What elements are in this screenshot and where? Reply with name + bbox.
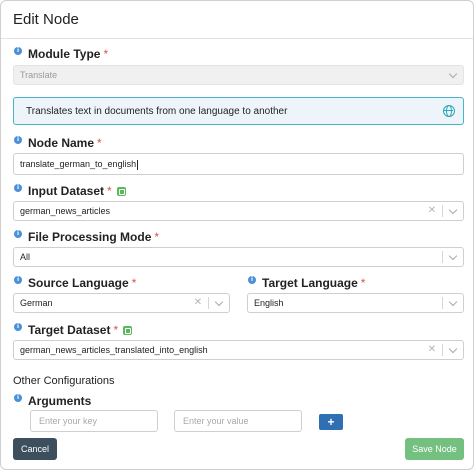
input-dataset-label-text: Input Dataset [28,184,105,198]
required-marker: * [107,184,112,198]
edit-node-modal: Edit Node i Module Type * Translate Trans… [0,0,474,470]
node-name-label: Node Name * [28,136,102,150]
node-name-input[interactable]: translate_german_to_english [13,153,464,175]
chevron-down-icon[interactable] [443,294,463,312]
module-type-value: Translate [20,70,58,80]
info-icon[interactable]: i [248,276,256,284]
module-type-select: Translate [13,65,464,85]
clear-icon[interactable]: ✕ [188,294,208,312]
chevron-down-icon[interactable] [443,248,463,266]
other-configurations-heading: Other Configurations [13,375,115,387]
module-description-text: Translates text in documents from one la… [26,106,288,117]
required-marker: * [131,276,137,290]
info-icon[interactable]: i [14,136,22,144]
text-cursor [137,159,139,170]
module-type-label-text: Module Type [28,47,101,61]
source-language-controls: ✕ [188,294,229,312]
save-node-button[interactable]: Save Node [405,438,464,460]
file-processing-mode-label: File Processing Mode * [28,230,159,244]
source-language-label: Source Language * [28,276,136,290]
target-language-label: Target Language * [262,276,365,290]
modal-header: Edit Node [1,1,473,39]
argument-key-input[interactable] [30,410,158,432]
input-dataset-value: german_news_articles [20,206,111,216]
required-marker: * [360,276,366,290]
module-type-label: Module Type * [28,47,108,61]
source-language-label-text: Source Language [28,276,129,290]
target-language-controls [442,294,463,312]
required-marker: * [103,47,109,61]
info-icon[interactable]: i [14,230,22,238]
info-icon[interactable]: i [14,323,22,331]
copy-icon[interactable] [116,187,126,197]
info-icon[interactable]: i [14,276,22,284]
clear-icon[interactable]: ✕ [422,202,442,220]
target-language-value: English [254,298,284,308]
globe-icon[interactable] [443,105,455,117]
target-language-select[interactable]: English [247,293,464,313]
target-dataset-label: Target Dataset * [28,323,133,337]
module-description-box: Translates text in documents from one la… [13,97,464,125]
info-icon[interactable]: i [14,47,22,55]
chevron-down-icon [443,66,463,84]
target-dataset-value: german_news_articles_translated_into_eng… [20,345,208,355]
required-marker: * [97,136,102,150]
node-name-label-text: Node Name [28,136,95,150]
cancel-button[interactable]: Cancel [13,438,57,460]
file-processing-mode-controls [442,248,463,266]
chevron-down-icon[interactable] [443,341,463,359]
required-marker: * [113,323,119,337]
copy-icon[interactable] [123,326,133,336]
input-dataset-controls: ✕ [422,202,463,220]
source-language-select[interactable]: German ✕ [13,293,230,313]
target-dataset-controls: ✕ [422,341,463,359]
module-type-controls [443,66,463,84]
input-dataset-label: Input Dataset * [28,184,126,198]
arguments-label: Arguments [28,394,92,408]
info-icon[interactable]: i [14,394,22,402]
modal-title: Edit Node [13,11,79,28]
chevron-down-icon[interactable] [209,294,229,312]
file-processing-mode-label-text: File Processing Mode [28,230,152,244]
node-name-value: translate_german_to_english [20,159,137,169]
input-dataset-select[interactable]: german_news_articles ✕ [13,201,464,221]
info-icon[interactable]: i [14,184,22,192]
file-processing-mode-value: All [20,252,31,262]
chevron-down-icon[interactable] [443,202,463,220]
add-argument-button[interactable]: + [319,414,343,430]
target-dataset-label-text: Target Dataset [28,323,111,337]
target-dataset-select[interactable]: german_news_articles_translated_into_eng… [13,340,464,360]
clear-icon[interactable]: ✕ [422,341,442,359]
file-processing-mode-select[interactable]: All [13,247,464,267]
target-language-label-text: Target Language [262,276,358,290]
required-marker: * [154,230,160,244]
argument-value-input[interactable] [174,410,302,432]
